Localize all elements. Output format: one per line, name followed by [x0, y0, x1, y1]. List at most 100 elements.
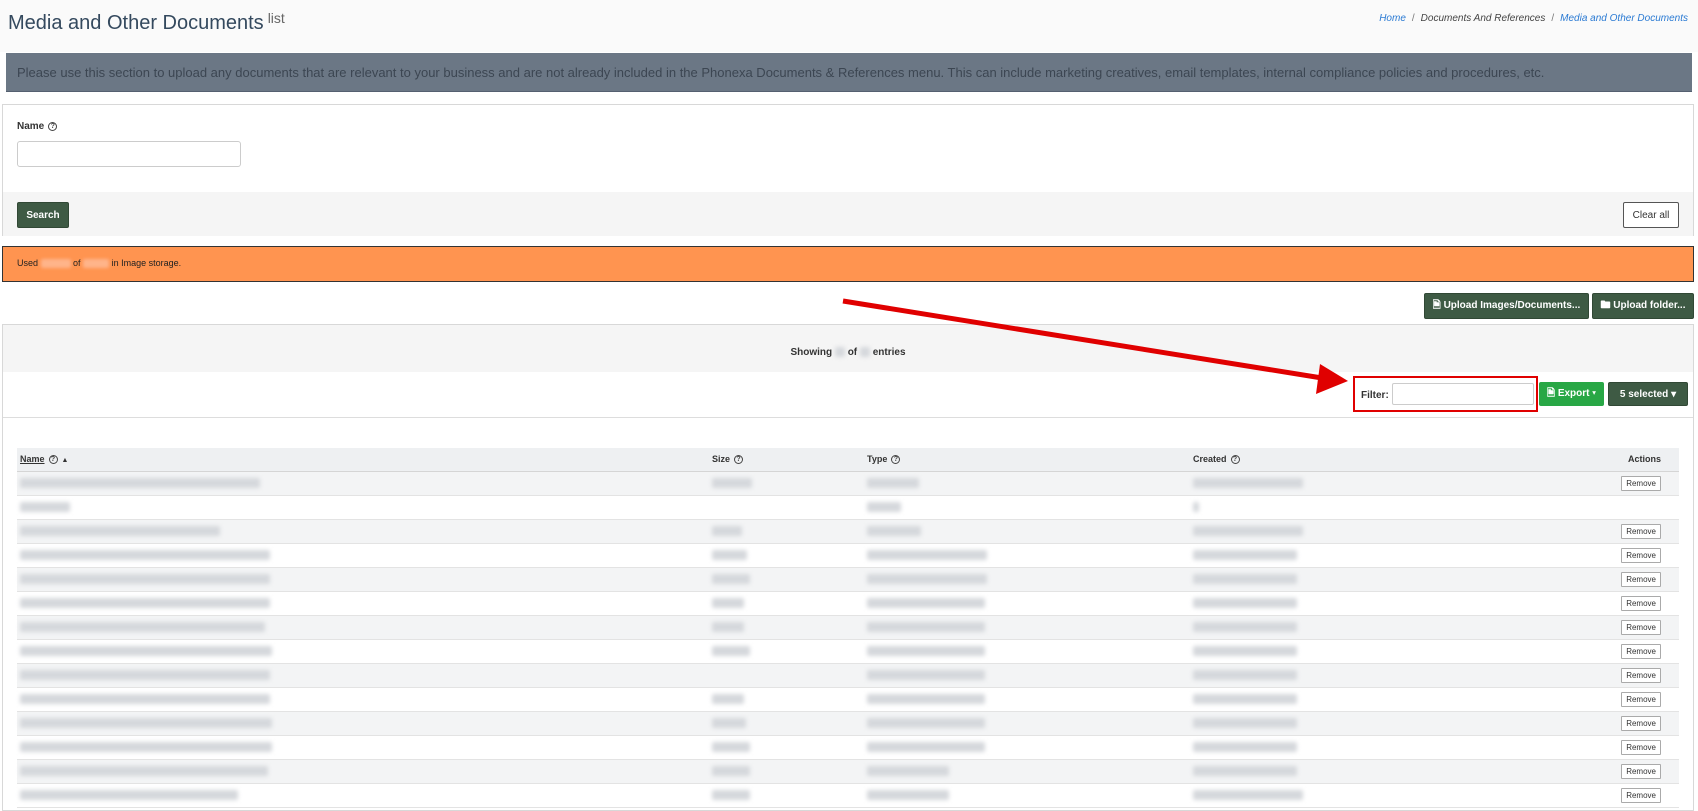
- cell-created: [1190, 639, 1490, 664]
- redacted-value: [1193, 526, 1303, 537]
- redacted-value: [1193, 622, 1297, 633]
- redacted-value: [867, 694, 985, 705]
- breadcrumb-documents[interactable]: Documents And References: [1421, 13, 1546, 24]
- cell-type: [864, 495, 1190, 520]
- column-size[interactable]: Size?: [709, 448, 864, 472]
- redacted-value: [20, 742, 272, 753]
- remove-button[interactable]: Remove: [1621, 691, 1661, 707]
- column-actions: Actions: [1490, 448, 1679, 472]
- redacted-value: [1193, 670, 1297, 681]
- caret-down-icon: ▾: [1671, 388, 1677, 400]
- table-row: Remove: [17, 615, 1679, 640]
- help-icon[interactable]: ?: [48, 455, 58, 465]
- filter-input[interactable]: [1392, 383, 1534, 405]
- remove-button[interactable]: Remove: [1621, 595, 1661, 611]
- table-row: Remove: [17, 663, 1679, 688]
- cell-type: [864, 639, 1190, 664]
- redacted-value: [20, 622, 265, 633]
- table-header-row: Name? ▲ Size? Type? Created? Actions: [17, 448, 1679, 472]
- search-button[interactable]: Search: [17, 202, 69, 228]
- remove-button[interactable]: Remove: [1621, 739, 1661, 755]
- remove-button[interactable]: Remove: [1621, 523, 1661, 539]
- table-row: Remove: [17, 591, 1679, 616]
- redacted-value: [867, 526, 921, 537]
- remove-button[interactable]: Remove: [1621, 547, 1661, 563]
- redacted-value: [712, 622, 744, 633]
- column-type[interactable]: Type?: [864, 448, 1190, 472]
- clear-all-button[interactable]: Clear all: [1623, 202, 1679, 228]
- remove-button[interactable]: Remove: [1621, 475, 1661, 491]
- cell-created: [1190, 495, 1490, 520]
- cell-size: [709, 639, 864, 664]
- redacted-value: [20, 694, 270, 705]
- showing-label: Showing: [790, 347, 833, 358]
- cell-actions: Remove: [1490, 567, 1679, 592]
- cell-name: [17, 591, 709, 616]
- breadcrumb-current[interactable]: Media and Other Documents: [1560, 13, 1688, 24]
- total-count: [859, 347, 870, 358]
- column-name[interactable]: Name? ▲: [17, 448, 709, 472]
- cell-actions: Remove: [1490, 543, 1679, 568]
- redacted-value: [1193, 694, 1297, 705]
- page-title-text: Media and Other Documents: [8, 12, 264, 34]
- cell-name: [17, 711, 709, 736]
- cell-type: [864, 591, 1190, 616]
- cell-created: [1190, 615, 1490, 640]
- cell-size: [709, 759, 864, 784]
- column-created[interactable]: Created?: [1190, 448, 1490, 472]
- export-label: Export: [1557, 387, 1590, 399]
- help-icon[interactable]: ?: [734, 455, 744, 465]
- redacted-value: [712, 742, 750, 753]
- cell-name: [17, 615, 709, 640]
- documents-table: Name? ▲ Size? Type? Created? Actions Remo…: [17, 448, 1679, 808]
- help-icon[interactable]: ?: [1230, 455, 1240, 465]
- columns-selected-button[interactable]: 5 selected ▾: [1608, 382, 1688, 406]
- cell-size: [709, 471, 864, 496]
- remove-button[interactable]: Remove: [1621, 643, 1661, 659]
- help-icon[interactable]: ?: [48, 121, 58, 131]
- remove-button[interactable]: Remove: [1621, 763, 1661, 779]
- redacted-value: [867, 790, 949, 801]
- remove-button[interactable]: Remove: [1621, 715, 1661, 731]
- cell-type: [864, 471, 1190, 496]
- cell-type: [864, 711, 1190, 736]
- help-icon[interactable]: ?: [891, 455, 901, 465]
- remove-button[interactable]: Remove: [1621, 619, 1661, 635]
- redacted-value: [867, 598, 985, 609]
- cell-actions: Remove: [1490, 711, 1679, 736]
- storage-used-value: [40, 259, 71, 269]
- cell-created: [1190, 543, 1490, 568]
- redacted-value: [867, 766, 949, 777]
- cell-name: [17, 663, 709, 688]
- breadcrumb-home[interactable]: Home: [1379, 13, 1406, 24]
- caret-down-icon: ▾: [1592, 387, 1596, 399]
- cell-size: [709, 567, 864, 592]
- remove-button[interactable]: Remove: [1621, 571, 1661, 587]
- cell-actions: Remove: [1490, 591, 1679, 616]
- cell-created: [1190, 783, 1490, 808]
- cell-size: [709, 735, 864, 760]
- name-input[interactable]: [17, 141, 241, 167]
- name-label-text: Name: [17, 121, 45, 132]
- entries-summary: Showing of entries: [3, 325, 1693, 372]
- selected-label: 5 selected: [1619, 388, 1669, 400]
- cell-type: [864, 615, 1190, 640]
- remove-button[interactable]: Remove: [1621, 667, 1661, 683]
- page-title-sub: list: [267, 10, 285, 26]
- column-name-label: Name: [20, 454, 45, 465]
- upload-documents-button[interactable]: 🗎 Upload Images/Documents...: [1424, 293, 1589, 319]
- upload-folder-button[interactable]: 🖿 Upload folder...: [1592, 293, 1694, 319]
- export-button[interactable]: 🗎 Export ▾: [1539, 382, 1604, 406]
- redacted-value: [712, 478, 752, 489]
- cell-name: [17, 519, 709, 544]
- cell-actions: Remove: [1490, 783, 1679, 808]
- cell-actions: Remove: [1490, 615, 1679, 640]
- redacted-value: [712, 646, 750, 657]
- search-panel: Name? Search Clear all: [2, 104, 1694, 236]
- remove-button[interactable]: Remove: [1621, 787, 1661, 803]
- cell-size: [709, 543, 864, 568]
- cell-created: [1190, 759, 1490, 784]
- redacted-value: [1193, 742, 1297, 753]
- redacted-value: [712, 718, 746, 729]
- redacted-value: [867, 622, 985, 633]
